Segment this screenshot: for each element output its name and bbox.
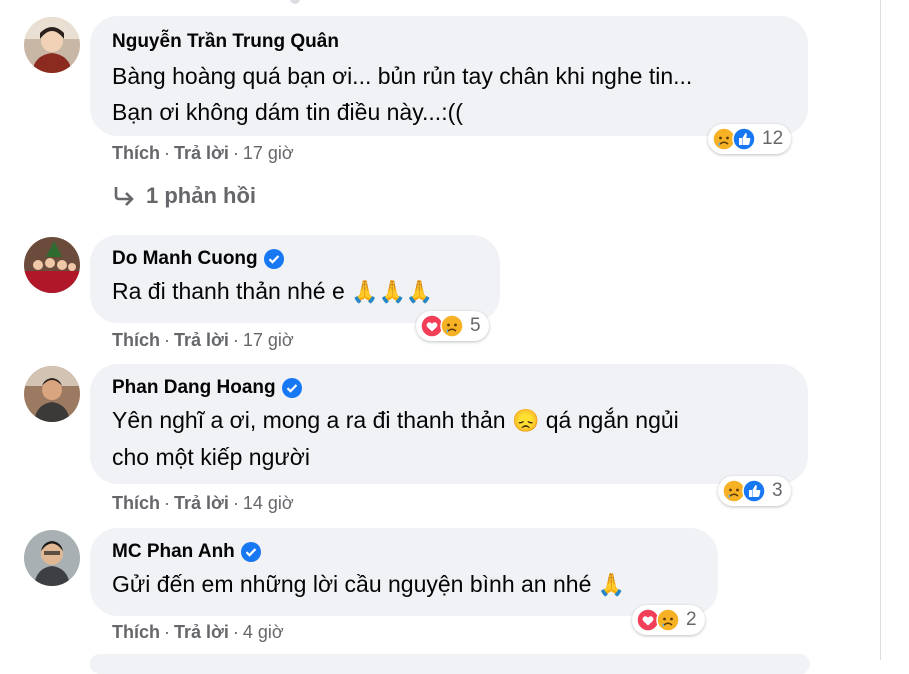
separator: ·	[232, 143, 239, 163]
like-button[interactable]: Thích	[112, 143, 160, 164]
like-button[interactable]: Thích	[112, 330, 160, 351]
reaction-count: 3	[772, 480, 783, 501]
disappointed-face-emoji: 😞	[511, 408, 540, 433]
reply-button[interactable]: Trả lời	[174, 143, 229, 164]
separator: ·	[164, 330, 170, 350]
reaction-summary[interactable]: 12	[708, 124, 792, 154]
reaction-count: 12	[762, 128, 784, 149]
sad-icon	[440, 314, 464, 338]
reply-button[interactable]: Trả lời	[174, 330, 229, 351]
comment-bubble: Nguyễn Trần Trung Quân Bàng hoàng quá bạ…	[90, 16, 808, 136]
previous-comment-edge	[290, 0, 300, 4]
folded-hands-emoji: 🙏	[597, 572, 626, 597]
avatar[interactable]	[24, 530, 80, 586]
comment-text: Bàng hoàng quá bạn ơi... bủn rủn tay châ…	[112, 63, 693, 125]
reaction-summary[interactable]: 3	[718, 476, 791, 506]
separator: ·	[164, 622, 170, 642]
avatar[interactable]	[24, 237, 80, 293]
next-comment-edge	[90, 654, 810, 674]
comment-time[interactable]: 14 giờ	[243, 493, 294, 514]
like-icon	[742, 479, 766, 503]
separator: ·	[232, 330, 239, 350]
reply-arrow-icon	[114, 187, 134, 206]
reply-button[interactable]: Trả lời	[174, 622, 229, 643]
comment-text: Yên nghĩ a ơi, mong a ra đi thanh thản 😞…	[112, 407, 679, 470]
verified-badge-icon	[263, 249, 284, 269]
separator: ·	[164, 143, 170, 163]
like-button[interactable]: Thích	[112, 493, 160, 514]
reaction-summary[interactable]: 2	[632, 605, 705, 635]
sad-icon	[656, 608, 680, 632]
folded-hands-emoji: 🙏🙏🙏	[351, 279, 434, 304]
comment-time[interactable]: 17 giờ	[243, 330, 294, 351]
reaction-summary[interactable]: 5	[416, 311, 489, 341]
comment-time[interactable]: 17 giờ	[243, 143, 294, 164]
comment-actions: Thích · Trả lời · 14 giờ	[112, 493, 294, 514]
separator: ·	[232, 622, 239, 642]
comment-actions: Thích · Trả lời · 17 giờ	[112, 143, 294, 164]
separator: ·	[164, 493, 170, 513]
verified-badge-icon	[281, 378, 302, 398]
avatar[interactable]	[24, 366, 80, 422]
panel-divider	[880, 0, 881, 660]
comment-actions: Thích · Trả lời · 17 giờ	[112, 330, 294, 351]
comment-author[interactable]: Nguyễn Trần Trung Quân	[112, 30, 786, 54]
comment-author[interactable]: MC Phan Anh	[112, 540, 696, 564]
comment-author[interactable]: Do Manh Cuong	[112, 247, 478, 271]
view-replies-link[interactable]: 1 phản hồi	[112, 183, 256, 209]
comment-actions: Thích · Trả lời · 4 giờ	[112, 622, 284, 643]
comment-bubble: MC Phan Anh Gửi đến em những lời cầu ngu…	[90, 528, 718, 616]
like-button[interactable]: Thích	[112, 622, 160, 643]
avatar[interactable]	[24, 17, 80, 73]
comment-text: Gửi đến em những lời cầu nguyện bình an …	[112, 571, 626, 597]
separator: ·	[232, 493, 239, 513]
like-icon	[732, 127, 756, 151]
reply-button[interactable]: Trả lời	[174, 493, 229, 514]
verified-badge-icon	[240, 542, 261, 562]
reaction-count: 2	[686, 609, 697, 630]
comment-text: Ra đi thanh thản nhé e 🙏🙏🙏	[112, 278, 434, 304]
comment-time[interactable]: 4 giờ	[243, 622, 284, 643]
comment-bubble: Phan Dang Hoang Yên nghĩ a ơi, mong a ra…	[90, 364, 808, 484]
comment-author[interactable]: Phan Dang Hoang	[112, 376, 786, 400]
comment-bubble: Do Manh Cuong Ra đi thanh thản nhé e 🙏🙏🙏	[90, 235, 500, 323]
reaction-count: 5	[470, 315, 481, 336]
